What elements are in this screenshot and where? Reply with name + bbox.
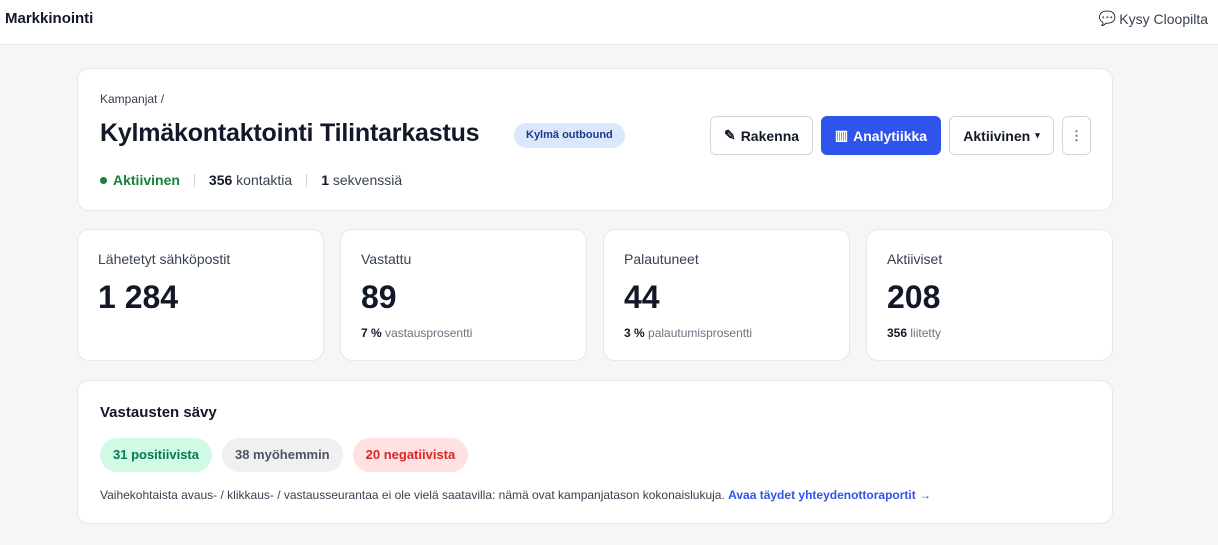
pencil-icon: ✎: [723, 127, 736, 143]
stat-label: Vastattu: [361, 251, 412, 267]
divider: [193, 173, 195, 187]
negative-replies-badge: 20 negatiivista: [352, 438, 469, 472]
contacts-count: 356 kontaktia: [209, 172, 292, 188]
stat-card-replied: Vastattu 89 7 % vastausprosentti: [340, 229, 587, 361]
analytics-button[interactable]: ▥ Analytiikka: [821, 116, 941, 155]
app-title: Markkinointi: [5, 10, 94, 27]
reply-tone-card: Vastausten sävy 31 positiivista 38 myöhe…: [77, 380, 1113, 524]
page-title: Kylmäkontaktointi Tilintarkastus: [100, 119, 480, 147]
stat-sub-value: 7 %: [361, 326, 382, 340]
stat-label: Palautuneet: [624, 251, 699, 267]
stat-label: Lähetetyt sähköpostit: [98, 251, 231, 267]
chart-icon: ▥: [834, 127, 849, 143]
build-button-label: Rakenna: [740, 127, 800, 144]
status-dropdown-label: Aktiivinen: [963, 127, 1031, 144]
breadcrumb: Kampanjat /: [100, 92, 164, 106]
ask-cloop-label: Kysy Cloopilta: [1119, 10, 1208, 27]
campaign-header-card: Kampanjat / Kylmäkontaktointi Tilintarka…: [77, 68, 1113, 211]
sequences-count-label: sekvenssiä: [332, 172, 403, 188]
stat-subtext: 7 % vastausprosentti: [361, 326, 472, 340]
build-button[interactable]: ✎ Rakenna: [710, 116, 813, 155]
contacts-count-label: kontaktia: [236, 172, 293, 188]
stat-sub-label: vastausprosentti: [385, 326, 473, 340]
stat-value: 208: [887, 279, 941, 315]
open-reports-link[interactable]: Avaa täydet yhteydenottoraportit →: [728, 488, 931, 502]
tone-note-text: Vaihekohtaista avaus- / klikkaus- / vast…: [100, 488, 725, 502]
status-text: Aktiivinen: [113, 172, 180, 188]
analytics-button-label: Analytiikka: [853, 127, 928, 144]
chevron-down-icon: ▾: [1035, 130, 1040, 140]
breadcrumb-campaigns-link[interactable]: Kampanjat: [100, 92, 157, 106]
sequences-count-value: 1: [321, 172, 329, 188]
tone-pills: 31 positiivista 38 myöhemmin 20 negatiiv…: [100, 438, 469, 472]
tone-note: Vaihekohtaista avaus- / klikkaus- / vast…: [100, 488, 931, 502]
stat-value: 89: [361, 279, 397, 315]
stat-sub-label: palautumisprosentti: [648, 326, 753, 340]
stat-subtext: 356 liitetty: [887, 326, 941, 340]
kebab-menu-icon: ⋮: [1070, 127, 1083, 143]
stat-label: Aktiiviset: [887, 251, 943, 267]
status-dropdown-button[interactable]: Aktiivinen ▾: [949, 116, 1054, 155]
stat-value: 1 284: [98, 279, 179, 315]
stat-sub-value: 356: [887, 326, 908, 340]
stat-value: 44: [624, 279, 660, 315]
contacts-count-value: 356: [208, 172, 233, 188]
breadcrumb-separator: /: [160, 92, 165, 106]
stat-subtext: 3 % palautumisprosentti: [624, 326, 752, 340]
stat-card-active: Aktiiviset 208 356 liitetty: [866, 229, 1113, 361]
stat-sub-label: liitetty: [910, 326, 942, 340]
later-replies-badge: 38 myöhemmin: [221, 438, 343, 472]
status-indicator: Aktiivinen: [100, 172, 180, 188]
campaign-meta-row: Aktiivinen 356 kontaktia 1 sekvenssiä: [100, 172, 402, 188]
ask-cloop-button[interactable]: 💬 Kysy Cloopilta: [1099, 10, 1208, 27]
stat-sub-value: 3 %: [624, 326, 645, 340]
stat-card-sent: Lähetetyt sähköpostit 1 284: [77, 229, 324, 361]
speech-bubble-icon: 💬: [1098, 10, 1117, 26]
section-title: Vastausten sävy: [100, 404, 217, 421]
positive-replies-badge: 31 positiivista: [100, 438, 212, 472]
divider: [306, 173, 308, 187]
sequences-count: 1 sekvenssiä: [321, 172, 402, 188]
more-options-button[interactable]: ⋮: [1062, 116, 1091, 155]
status-dot-icon: [100, 176, 107, 184]
top-bar: Markkinointi 💬 Kysy Cloopilta: [0, 0, 1218, 45]
stat-card-bounced: Palautuneet 44 3 % palautumisprosentti: [603, 229, 850, 361]
campaign-type-badge: Kylmä outbound: [514, 123, 625, 148]
